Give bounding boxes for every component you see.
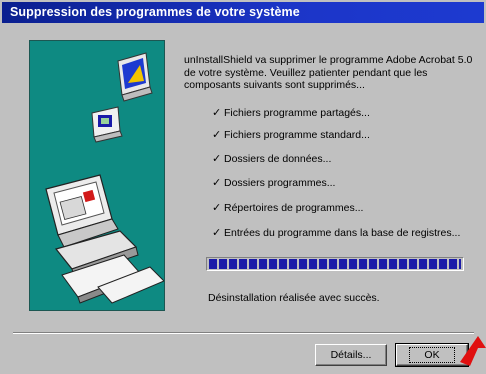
pointer-arrow-icon	[460, 336, 486, 366]
step-label: Fichiers programme partagés...	[224, 107, 370, 119]
step-item: ✓ Entrées du programme dans la base de re…	[212, 226, 460, 240]
check-icon: ✓	[212, 107, 222, 119]
computer-illustration	[29, 40, 165, 311]
computer-illustration-art	[45, 52, 165, 304]
step-item: ✓ Dossiers de données...	[212, 152, 331, 166]
description-text: unInstallShield va supprimer le programm…	[184, 54, 473, 91]
step-item: ✓ Dossiers programmes...	[212, 176, 335, 190]
check-icon: ✓	[212, 202, 222, 214]
progress-bar	[206, 257, 464, 271]
check-icon: ✓	[212, 129, 222, 141]
check-icon: ✓	[212, 153, 222, 165]
step-label: Dossiers programmes...	[224, 177, 336, 189]
status-text: Désinstallation réalisée avec succès.	[208, 292, 380, 304]
window-title: Suppression des programmes de votre syst…	[2, 2, 484, 23]
divider	[13, 332, 474, 334]
step-label: Entrées du programme dans la base de reg…	[224, 227, 461, 239]
step-label: Dossiers de données...	[224, 153, 332, 165]
progress-fill	[209, 259, 461, 269]
step-item: ✓ Fichiers programme partagés...	[212, 106, 370, 120]
check-icon: ✓	[212, 177, 222, 189]
details-button[interactable]: Détails...	[315, 344, 387, 366]
ok-button-label: OK	[409, 347, 455, 363]
uninstall-dialog: Suppression des programmes de votre syst…	[0, 0, 486, 374]
step-item: ✓ Fichiers programme standard...	[212, 128, 370, 142]
step-label: Fichiers programme standard...	[224, 129, 370, 141]
check-icon: ✓	[212, 227, 222, 239]
step-item: ✓ Répertoires de programmes...	[212, 201, 363, 215]
step-label: Répertoires de programmes...	[224, 202, 364, 214]
